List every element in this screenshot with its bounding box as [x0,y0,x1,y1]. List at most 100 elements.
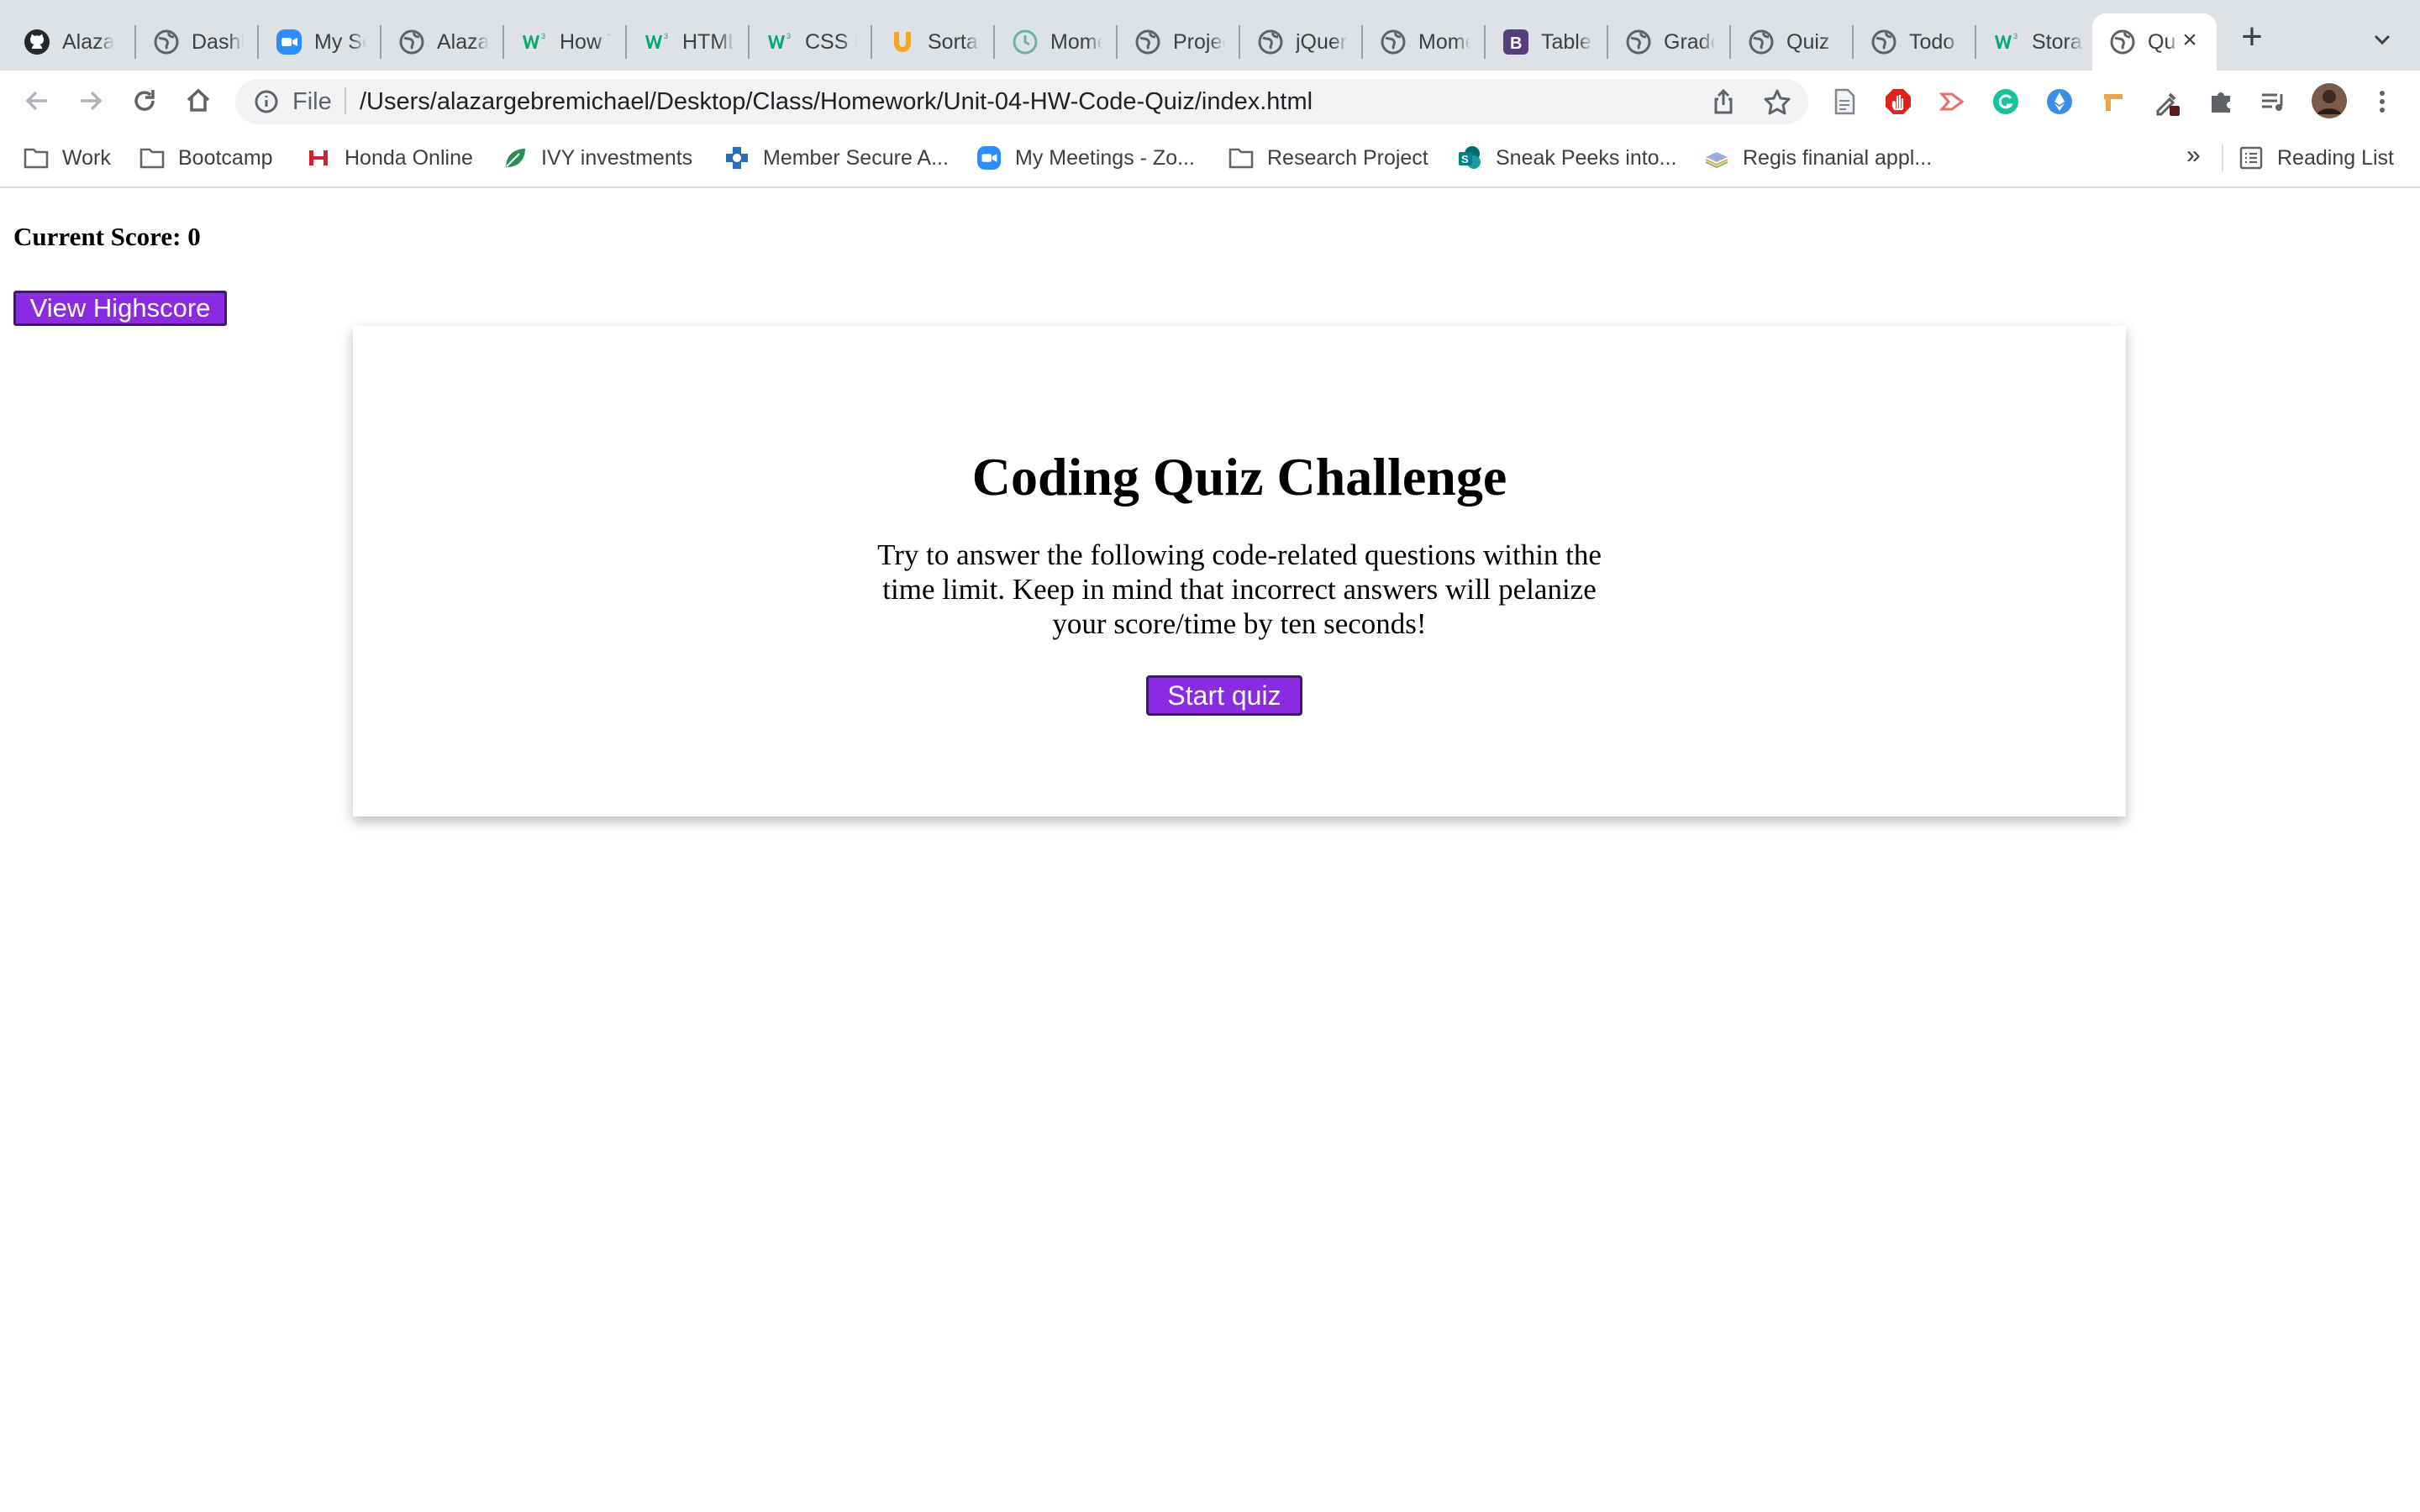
zoom-icon [976,145,1002,171]
tab-active[interactable]: Qu × [2092,13,2217,71]
sharepoint-icon: S [1457,145,1482,171]
tab[interactable]: Mome [995,13,1118,71]
share-icon[interactable] [1709,87,1738,116]
leaf-icon [502,145,528,171]
tab[interactable]: Mome [1363,13,1486,71]
folder-icon [24,145,49,171]
reading-list-button[interactable]: Reading List [2238,143,2394,173]
back-button[interactable] [18,82,55,119]
address-url[interactable]: /Users/alazargebremichael/Desktop/Class/… [360,86,1313,118]
tab[interactable]: Quiz [1731,13,1854,71]
svg-text:3: 3 [541,32,545,40]
bookmark-research-project[interactable]: Research Project [1228,143,1428,173]
avatar[interactable] [2311,82,2348,119]
tab[interactable]: 3 HTML [627,13,750,71]
new-tab-button[interactable]: + [2235,18,2269,55]
tab[interactable]: 3 How T [504,13,627,71]
tab[interactable]: Grade [1608,13,1731,71]
close-icon[interactable]: × [2178,28,2202,53]
bookmark-regis-application[interactable]: Regis finanial appl... [1704,143,1932,173]
info-icon[interactable] [252,87,281,116]
bluecross-icon [724,145,750,171]
tab-label: Mome [1050,29,1102,54]
tab[interactable]: jQuery [1240,13,1363,71]
reload-button[interactable] [126,82,163,119]
tab-label: Dashb [192,29,244,54]
bookmark-sneak-peeks[interactable]: S Sneak Peeks into... [1457,143,1676,173]
eyedropper-extension-icon[interactable] [2151,86,2183,118]
tab[interactable]: 3 CSS L [750,13,872,71]
tab-label: HTML [682,29,734,54]
globe-icon [1748,29,1775,55]
grammarly-extension-icon[interactable] [1990,86,2022,118]
globe-icon [1134,29,1161,55]
current-score: Current Score: 0 [13,222,201,251]
tab[interactable]: Alazar [381,13,504,71]
tab-search-chevron-icon[interactable] [2368,25,2396,54]
layers-icon [1704,145,1729,171]
w3schools-icon: 3 [1993,29,2020,55]
bookmark-star-icon[interactable] [1763,87,1791,116]
tab-label: Quiz [1786,29,1830,54]
clock-icon [1012,29,1039,55]
w3schools-icon: 3 [521,29,548,55]
tab[interactable]: 3 Stora [1976,13,2099,71]
kebab-menu-icon[interactable] [2366,86,2398,118]
tab-label: Todo [1909,29,1955,54]
svg-text:B: B [1510,34,1522,53]
tab-label: Alazar [62,29,114,54]
reading-list-icon [2238,145,2264,171]
bookmark-label: Sneak Peeks into... [1496,145,1677,170]
quiz-description: Try to answer the following code-related… [877,538,1602,640]
tab-label: Sortal [928,29,980,54]
forward-button[interactable] [72,82,109,119]
zoom-icon [276,29,302,55]
bookmark-label: My Meetings - Zo... [1015,145,1195,170]
reading-list-label: Reading List [2277,145,2394,170]
bookmark-bootcamp[interactable]: Bootcamp [139,143,273,173]
globe-icon [1380,29,1407,55]
address-divider [345,87,346,114]
tab[interactable]: B Tables [1486,13,1608,71]
screen-recorder-extension-icon[interactable] [1936,86,1968,118]
bookmark-label: Member Secure A... [763,145,949,170]
bookmark-label: IVY investments [541,145,693,170]
svg-text:3: 3 [664,32,668,40]
tab[interactable]: Todo [1854,13,1976,71]
globe-icon [1625,29,1652,55]
tab-label: Qu [2148,29,2176,54]
sortable-icon [889,29,916,55]
bookmark-my-meetings[interactable]: My Meetings - Zo... [976,143,1195,173]
bookmark-work[interactable]: Work [24,143,111,173]
tab[interactable]: Sortal [872,13,995,71]
extensions-puzzle-icon[interactable] [2205,86,2237,118]
tab[interactable]: Projec [1118,13,1240,71]
w3schools-icon: 3 [644,29,671,55]
globe-icon [2109,29,2136,55]
tab[interactable]: Dashb [136,13,259,71]
reading-list-queue-icon[interactable] [2257,86,2289,118]
tab-label: Grade [1664,29,1716,54]
adblock-extension-icon[interactable] [1882,86,1914,118]
view-highscore-button[interactable]: View Highscore [13,291,227,326]
bookmark-honda-online[interactable]: Honda Online [306,143,473,173]
tab[interactable]: My Se [259,13,381,71]
metamask-extension-icon[interactable] [2044,86,2075,118]
bookmarks-divider [2222,144,2223,171]
bootstrap-icon: B [1502,29,1529,55]
honda-icon [306,145,331,171]
pipette-extension-icon[interactable] [2097,86,2129,118]
w3schools-icon: 3 [766,29,793,55]
tab[interactable]: Alazar [7,13,129,71]
tab-label: Mome [1418,29,1470,54]
tab-label: How T [560,29,612,54]
document-extension-icon[interactable] [1828,86,1860,118]
bookmark-member-secure[interactable]: Member Secure A... [724,143,949,173]
globe-icon [153,29,180,55]
tab-label: Alazar [437,29,489,54]
bookmark-ivy-investments[interactable]: IVY investments [502,143,692,173]
home-button[interactable] [180,82,217,119]
bookmark-label: Regis finanial appl... [1743,145,1933,170]
bookmarks-overflow-button[interactable]: » [2186,141,2201,170]
start-quiz-button[interactable]: Start quiz [1146,675,1302,716]
